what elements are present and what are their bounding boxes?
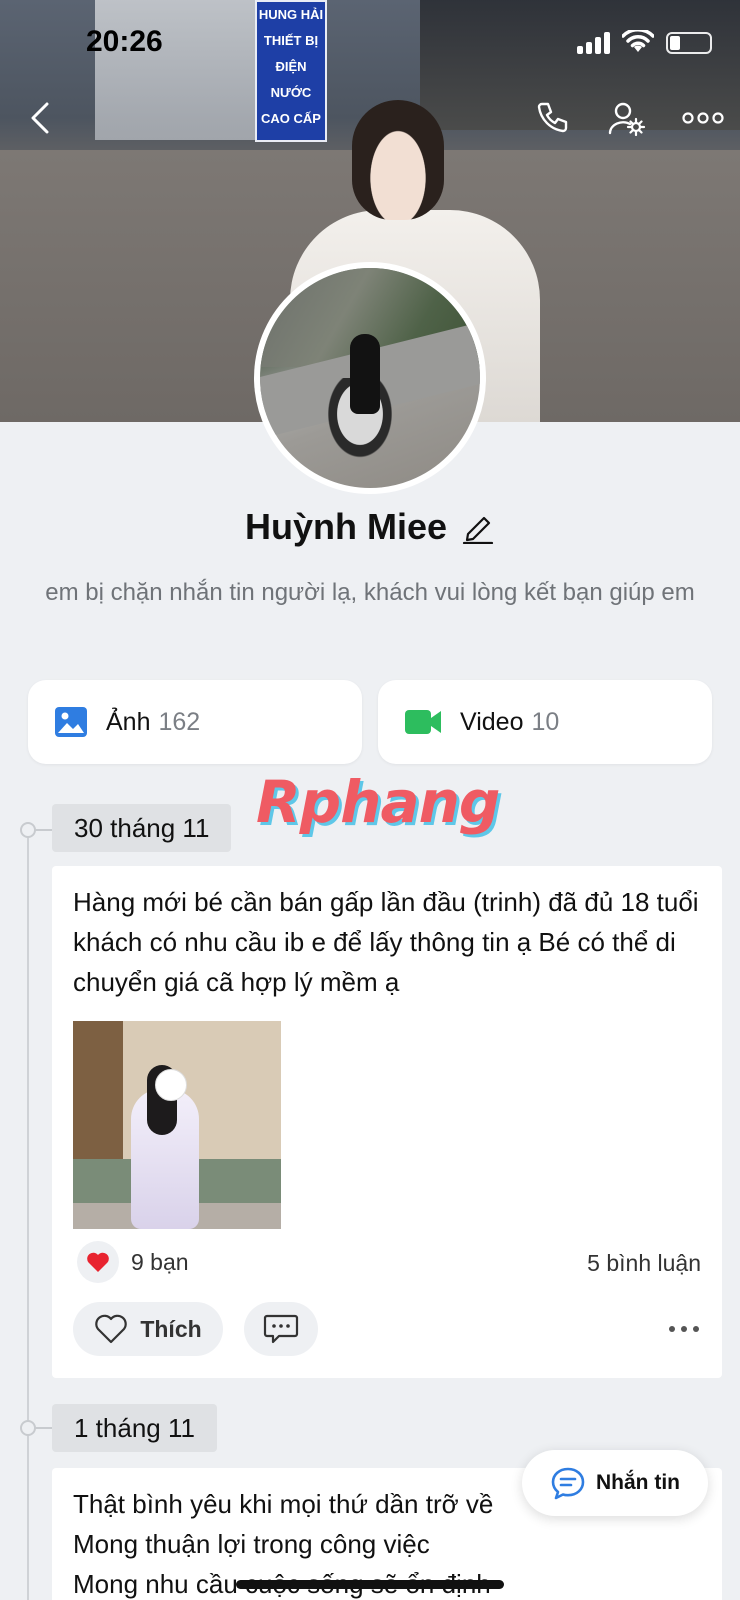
more-horizontal-icon — [682, 112, 724, 124]
send-message-label: Nhắn tin — [596, 1471, 680, 1494]
videos-label: Video — [460, 707, 524, 736]
like-button[interactable]: Thích — [73, 1302, 223, 1356]
comment-icon — [263, 1314, 299, 1344]
wifi-icon — [622, 30, 654, 52]
call-button[interactable] — [530, 96, 574, 140]
timeline-post[interactable]: Hàng mới bé cần bán gấp lần đầu (trinh) … — [52, 866, 722, 1378]
like-label: Thích — [140, 1315, 202, 1342]
image-icon — [55, 707, 87, 737]
heart-icon — [87, 1252, 109, 1272]
status-time: 20:26 — [86, 25, 163, 58]
post-image[interactable] — [73, 1021, 281, 1229]
chevron-left-icon — [31, 102, 49, 134]
comment-button[interactable] — [244, 1302, 318, 1356]
reaction-count: 9 bạn — [131, 1248, 189, 1275]
avatar[interactable] — [254, 262, 486, 494]
profile-name-row: Huỳnh Miee — [0, 506, 740, 548]
timeline-date-chip: 30 tháng 11 — [52, 804, 232, 852]
status-bar: 20:26 — [0, 0, 740, 88]
more-horizontal-icon — [669, 1326, 699, 1332]
profile-settings-button[interactable] — [605, 96, 649, 140]
chat-bubble-icon — [551, 1467, 585, 1500]
post-more-button[interactable] — [664, 1312, 704, 1346]
watermark: Rphang — [256, 768, 500, 836]
top-nav — [0, 96, 740, 146]
user-settings-icon — [608, 102, 646, 136]
photos-count: 162 — [158, 707, 201, 736]
video-camera-icon — [405, 710, 441, 734]
battery-icon — [666, 32, 712, 54]
heart-reaction-badge — [77, 1241, 119, 1283]
photos-button[interactable]: Ảnh 162 — [28, 680, 362, 764]
pencil-icon — [462, 516, 494, 544]
heart-outline-icon — [95, 1314, 128, 1344]
profile-bio: em bị chặn nhắn tin người lạ, khách vui … — [45, 579, 695, 606]
status-icons — [577, 30, 712, 54]
more-options-button[interactable] — [678, 96, 728, 140]
edit-name-button[interactable] — [461, 509, 495, 545]
post-reactions[interactable]: 9 bạn — [77, 1241, 189, 1283]
send-message-button[interactable]: Nhắn tin — [522, 1450, 708, 1516]
photos-label: Ảnh — [106, 707, 151, 736]
post-text: Hàng mới bé cần bán gấp lần đầu (trinh) … — [73, 887, 699, 997]
videos-count: 10 — [531, 707, 560, 736]
profile-name: Huỳnh Miee — [244, 506, 448, 547]
timeline-dot — [20, 822, 56, 838]
comment-count[interactable]: 5 bình luận — [587, 1250, 701, 1277]
back-button[interactable] — [18, 96, 62, 140]
videos-button[interactable]: Video 10 — [378, 680, 712, 764]
home-indicator[interactable] — [236, 1580, 504, 1589]
signal-icon — [577, 32, 610, 54]
timeline-line — [27, 830, 29, 1600]
phone-icon — [537, 102, 568, 133]
timeline-date-chip: 1 tháng 11 — [52, 1404, 217, 1452]
timeline-dot — [20, 1420, 56, 1436]
